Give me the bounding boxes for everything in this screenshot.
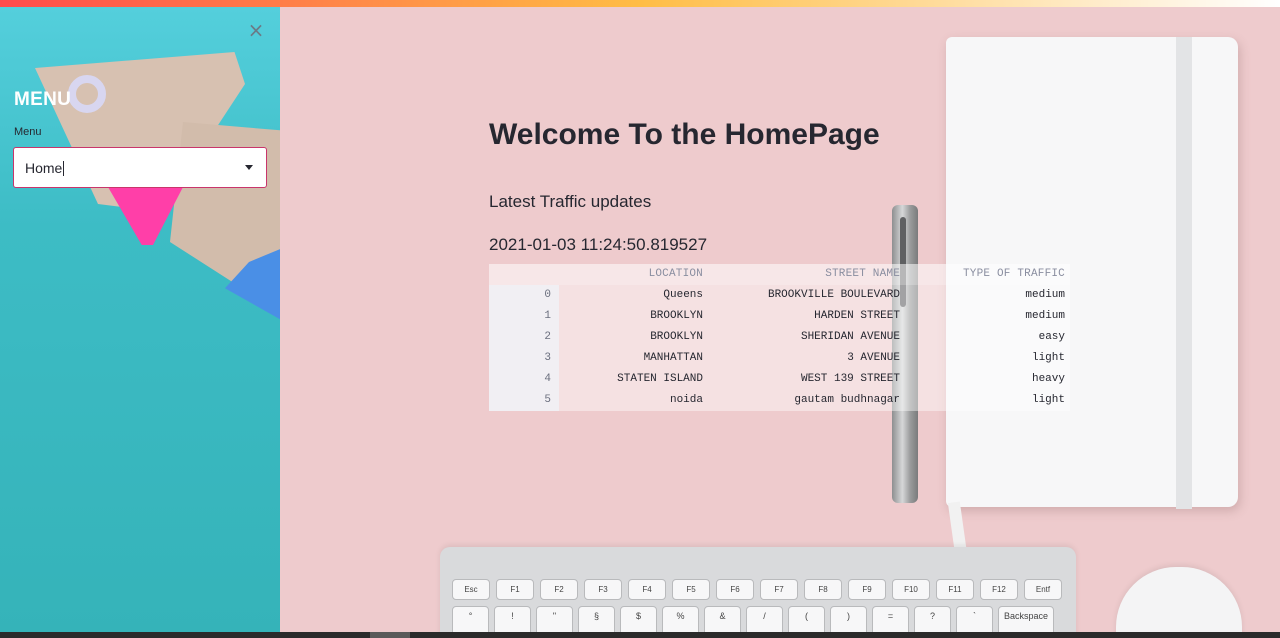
chevron-down-icon[interactable] xyxy=(245,165,253,170)
cell-location: MANHATTAN xyxy=(643,352,703,364)
cell-type: light xyxy=(1031,352,1065,364)
keyboard-key: / xyxy=(746,606,783,633)
horizontal-scrollbar[interactable] xyxy=(0,632,1280,638)
background-mouse xyxy=(1116,567,1242,633)
keyboard-key: = xyxy=(872,606,909,633)
keyboard-key: F8 xyxy=(804,579,842,600)
keyboard-key: F10 xyxy=(892,579,930,600)
table-row: 4 STATEN ISLAND WEST 139 STREET heavy xyxy=(489,369,1070,390)
top-decoration-bar xyxy=(0,0,1280,7)
cell-location: BROOKLYN xyxy=(650,331,703,343)
keyboard-key: F9 xyxy=(848,579,886,600)
close-icon: × xyxy=(247,18,265,42)
traffic-table: LOCATION STREET NAME TYPE OF TRAFFIC 0 Q… xyxy=(489,264,1070,411)
keyboard-key: ` xyxy=(956,606,993,633)
cell-type: heavy xyxy=(1031,373,1065,385)
keyboard-key: % xyxy=(662,606,699,633)
cell-street: gautam budhnagar xyxy=(794,394,900,406)
table-row: 1 BROOKLYN HARDEN STREET medium xyxy=(489,306,1070,327)
background-keyboard: Esc F1 F2 F3 F4 F5 F6 F7 F8 F9 F10 F11 F12 Entf °! " § $%… xyxy=(440,547,1076,633)
row-index: 3 xyxy=(489,348,559,369)
row-index: 0 xyxy=(489,285,559,306)
cell-type: light xyxy=(1031,394,1065,406)
cell-location: BROOKLYN xyxy=(650,310,703,322)
keyboard-key: F2 xyxy=(540,579,578,600)
table-row: 3 MANHATTAN 3 AVENUE light xyxy=(489,348,1070,369)
keyboard-key: ! xyxy=(494,606,531,633)
keyboard-key: Entf xyxy=(1024,579,1062,600)
update-timestamp: 2021-01-03 11:24:50.819527 xyxy=(489,235,708,254)
row-index: 2 xyxy=(489,327,559,348)
cell-street: BROOKVILLE BOULEVARD xyxy=(767,289,900,301)
cell-location: STATEN ISLAND xyxy=(617,373,703,385)
keyboard-key: F11 xyxy=(936,579,974,600)
keyboard-key: Esc xyxy=(452,579,490,600)
keyboard-key: " xyxy=(536,606,573,633)
cell-type: medium xyxy=(1025,289,1065,301)
background-notebook-band xyxy=(1176,37,1192,509)
keyboard-key: & xyxy=(704,606,741,633)
table-row: 5 noida gautam budhnagar light xyxy=(489,390,1070,411)
cell-street: HARDEN STREET xyxy=(814,310,900,322)
sidebar: × MENU Menu Home xyxy=(0,7,280,633)
keyboard-key: $ xyxy=(620,606,657,633)
keyboard-key: F12 xyxy=(980,579,1018,600)
section-subheader: Latest Traffic updates xyxy=(489,192,652,211)
table-row: 2 BROOKLYN SHERIDAN AVENUE easy xyxy=(489,327,1070,348)
cell-street: 3 AVENUE xyxy=(847,352,900,364)
row-index: 1 xyxy=(489,306,559,327)
menu-select-value-text: Home xyxy=(25,160,63,176)
row-index: 5 xyxy=(489,390,559,411)
cell-street: WEST 139 STREET xyxy=(800,373,900,385)
keyboard-key: § xyxy=(578,606,615,633)
column-header-type[interactable]: TYPE OF TRAFFIC xyxy=(901,264,1065,285)
keyboard-key: Backspace xyxy=(998,606,1054,633)
keyboard-key: F6 xyxy=(716,579,754,600)
keyboard-key: ) xyxy=(830,606,867,633)
cell-location: noida xyxy=(669,394,703,406)
cell-street: SHERIDAN AVENUE xyxy=(800,331,900,343)
keyboard-key: F1 xyxy=(496,579,534,600)
keyboard-key: F7 xyxy=(760,579,798,600)
menu-select[interactable]: Home xyxy=(13,147,267,188)
column-header-location[interactable]: LOCATION xyxy=(559,264,704,285)
scrollbar-thumb[interactable] xyxy=(370,632,410,638)
menu-select-value: Home xyxy=(25,160,65,176)
keyboard-key: ( xyxy=(788,606,825,633)
keyboard-key: F3 xyxy=(584,579,622,600)
keyboard-key: ? xyxy=(914,606,951,633)
menu-select-label: Menu xyxy=(14,126,42,138)
table-header-row: LOCATION STREET NAME TYPE OF TRAFFIC xyxy=(489,264,1070,285)
sidebar-decoration-ring xyxy=(68,75,106,113)
column-header-index[interactable] xyxy=(489,264,559,285)
table-row: 0 Queens BROOKVILLE BOULEVARD medium xyxy=(489,285,1070,306)
keyboard-key: F5 xyxy=(672,579,710,600)
cell-type: medium xyxy=(1025,310,1065,322)
cell-type: easy xyxy=(1038,331,1065,343)
sidebar-title: MENU xyxy=(14,89,72,110)
text-caret xyxy=(63,161,65,176)
keyboard-key: F4 xyxy=(628,579,666,600)
cell-location: Queens xyxy=(663,289,703,301)
keyboard-key: ° xyxy=(452,606,489,633)
page-title: Welcome To the HomePage xyxy=(489,118,880,151)
row-index: 4 xyxy=(489,369,559,390)
close-sidebar-button[interactable]: × xyxy=(247,18,265,42)
column-header-street[interactable]: STREET NAME xyxy=(704,264,901,285)
